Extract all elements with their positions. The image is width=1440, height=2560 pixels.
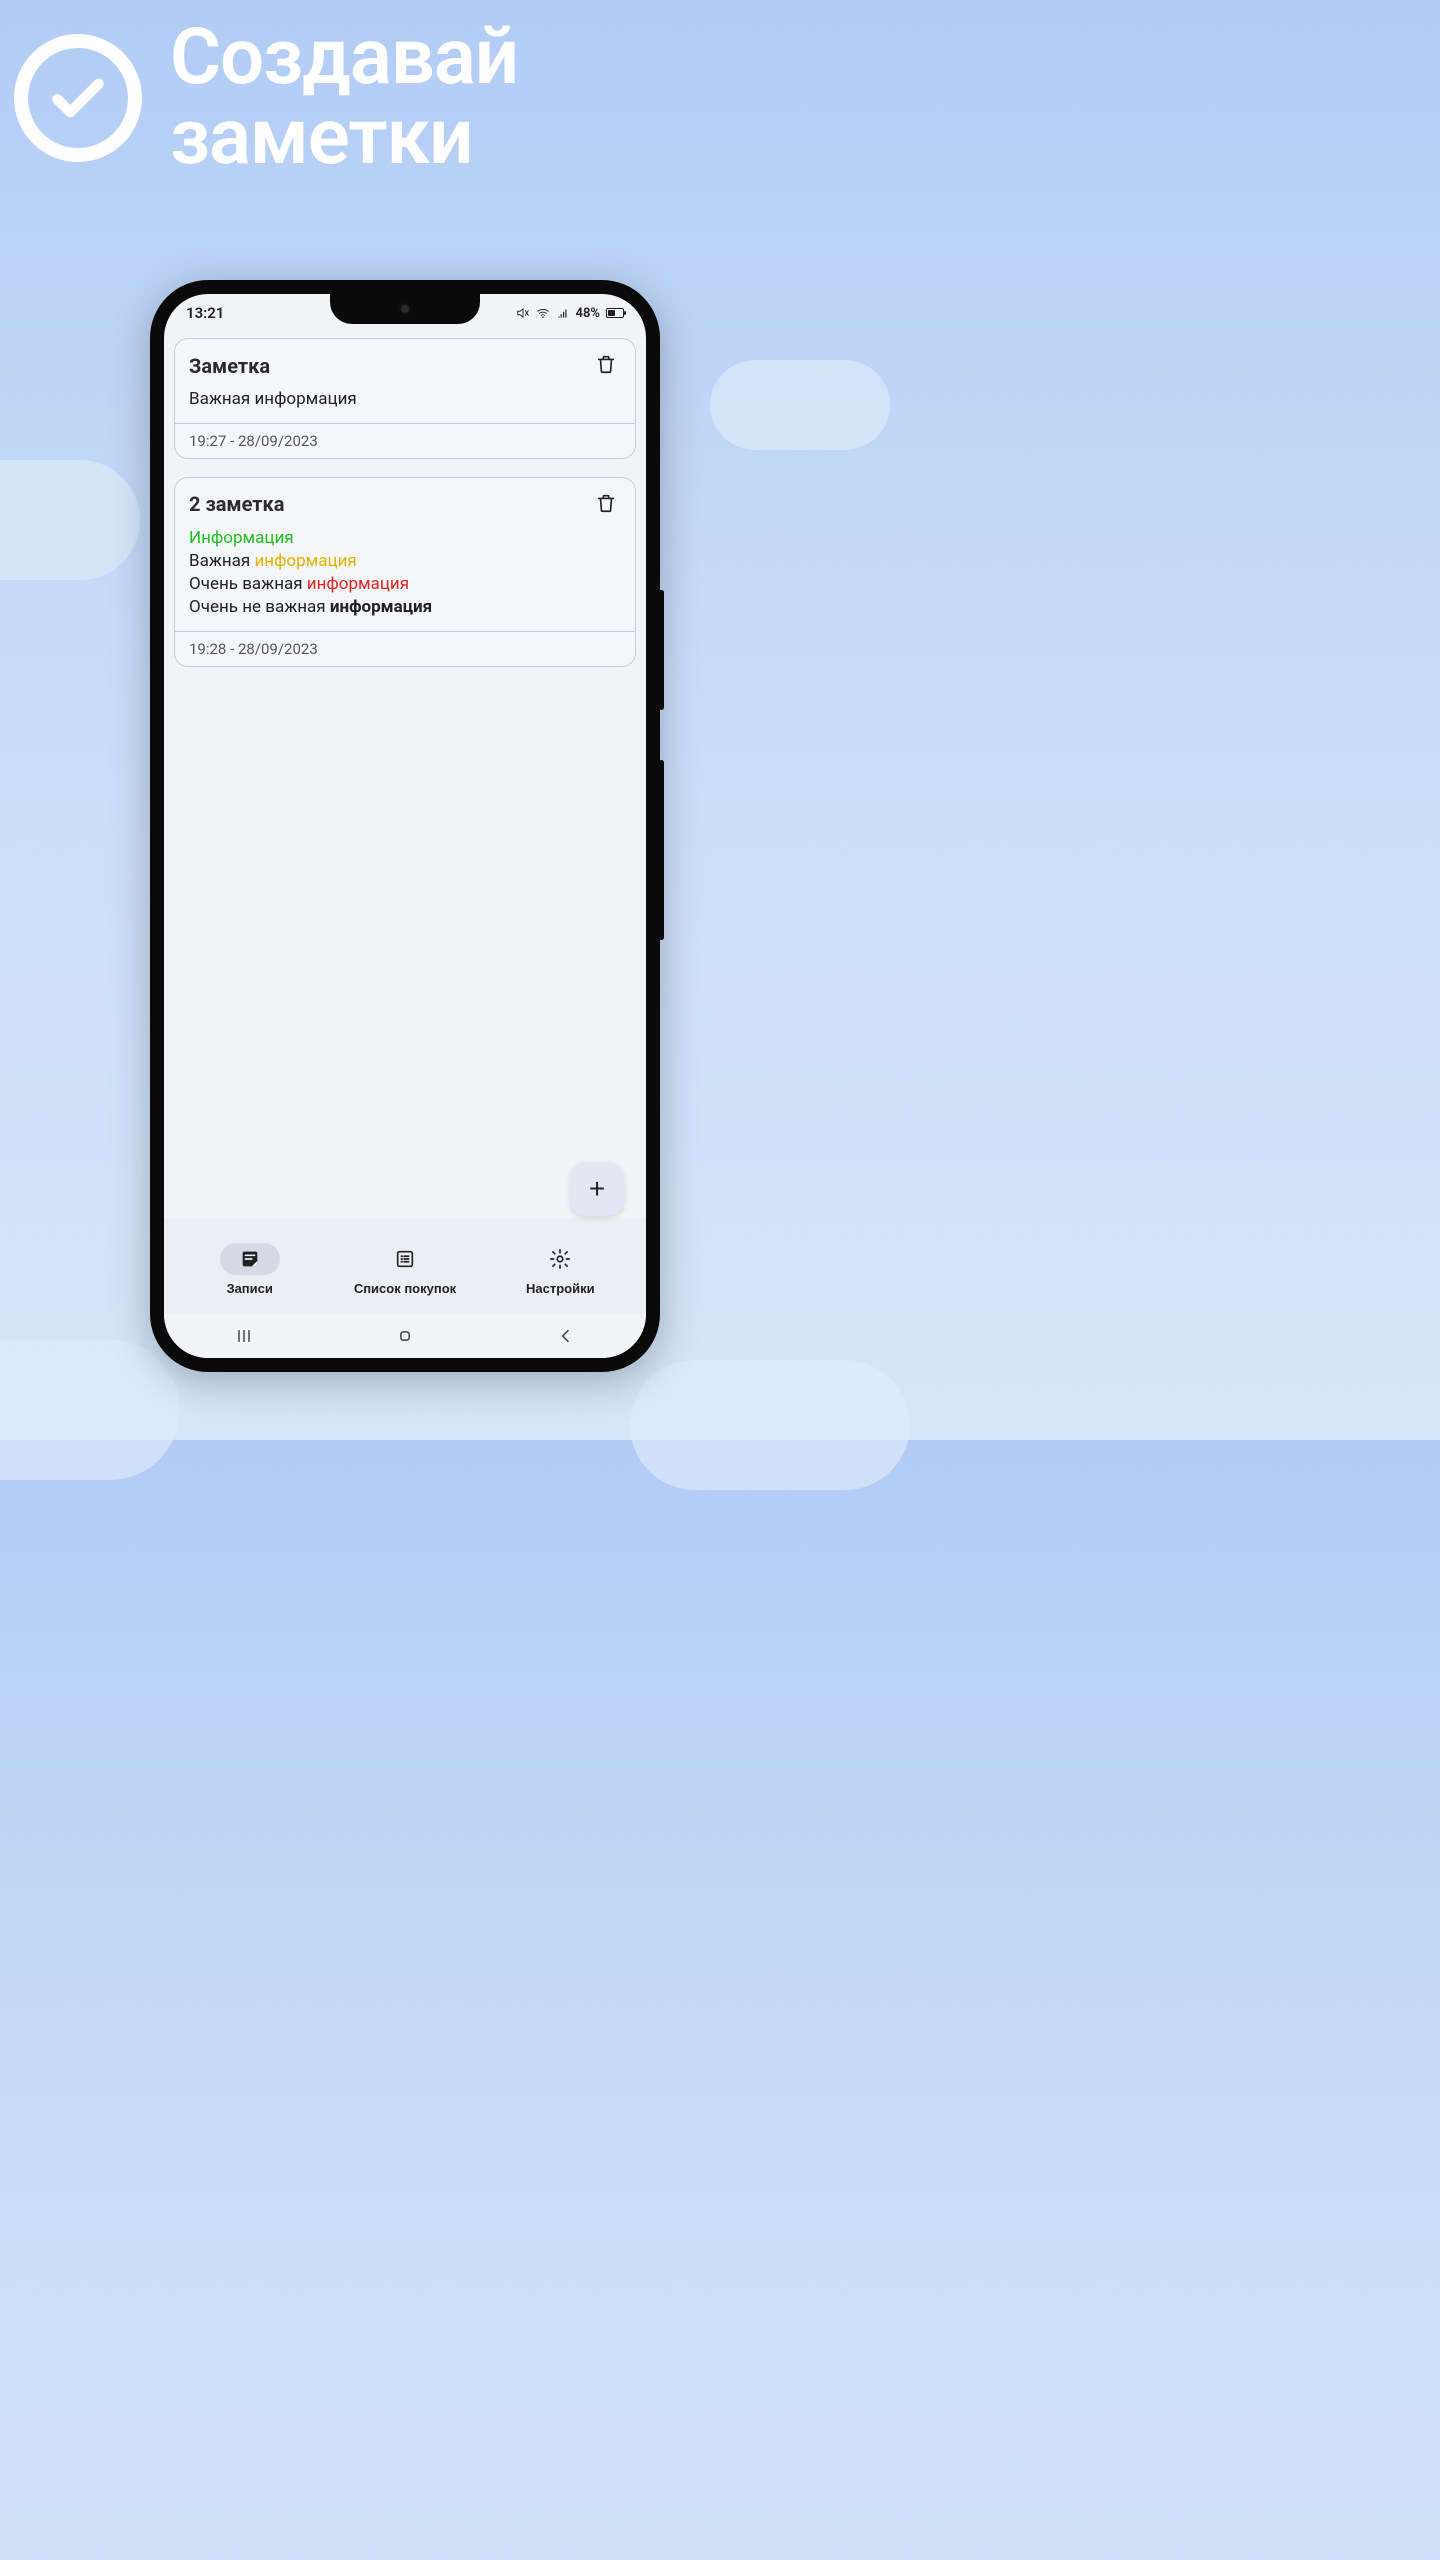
note-title: Заметка [189,354,270,378]
back-button[interactable] [526,1326,606,1346]
nav-label: Записи [226,1281,272,1296]
camera-dot-icon [399,303,411,315]
notes-icon [239,1248,261,1270]
decorative-cloud [630,1360,910,1490]
nav-tab-notes[interactable]: Записи [172,1243,327,1296]
note-text-bold: информация [330,597,432,617]
bottom-navigation: Записи Список покупок Настройки [164,1218,646,1314]
decorative-cloud [710,360,890,450]
delete-note-button[interactable] [591,349,621,382]
delete-note-button[interactable] [591,488,621,521]
mute-icon [516,306,530,320]
note-line-green: Информация [189,527,621,550]
home-button[interactable] [365,1326,445,1346]
battery-icon [606,308,624,318]
gear-icon [549,1248,571,1270]
phone-notch [330,294,480,324]
note-body: Информация Важная информация Очень важна… [175,521,635,631]
signal-icon [556,306,570,320]
hero-title: Создавай заметки [170,18,518,177]
trash-icon [595,492,617,514]
nav-label: Настройки [526,1281,595,1296]
note-text: Очень важная [189,574,307,594]
note-text-red: информация [307,574,409,594]
add-note-button[interactable]: + [570,1162,624,1216]
note-card[interactable]: Заметка Важная информация 19:27 - 28/09/… [174,338,636,459]
hero-line-1: Создавай [170,18,518,98]
phone-screen: 13:21 48% Заметка Важная информаци [164,294,646,1358]
note-line: Очень не важная информация [189,596,621,619]
nav-label: Список покупок [354,1281,456,1296]
note-line: Очень важная информация [189,573,621,596]
battery-percent: 48% [576,306,600,321]
decorative-cloud [0,1340,180,1480]
note-timestamp: 19:27 - 28/09/2023 [175,423,635,458]
note-text: Очень не важная [189,597,330,617]
list-icon [394,1248,416,1270]
notes-list[interactable]: Заметка Важная информация 19:27 - 28/09/… [164,332,646,1218]
wifi-icon [536,306,550,320]
trash-icon [595,353,617,375]
nav-tab-shopping[interactable]: Список покупок [327,1243,482,1296]
note-line: Важная информация [189,550,621,573]
note-text: Важная [189,551,254,571]
checkmark-circle-icon [14,34,142,162]
android-system-nav [164,1314,646,1358]
status-right: 48% [516,306,624,321]
note-body-text: Важная информация [189,388,621,411]
hero-line-2: заметки [170,98,518,178]
note-text-yellow: информация [254,551,356,571]
status-time: 13:21 [186,304,224,322]
note-timestamp: 19:28 - 28/09/2023 [175,631,635,666]
plus-icon: + [589,1173,605,1205]
note-title: 2 заметка [189,492,284,516]
decorative-cloud [0,460,140,580]
recents-button[interactable] [204,1326,284,1346]
note-card[interactable]: 2 заметка Информация Важная информация О… [174,477,636,667]
nav-tab-settings[interactable]: Настройки [483,1243,638,1296]
hero-banner: Создавай заметки [0,18,810,177]
phone-frame: 13:21 48% Заметка Важная информаци [150,280,660,1372]
